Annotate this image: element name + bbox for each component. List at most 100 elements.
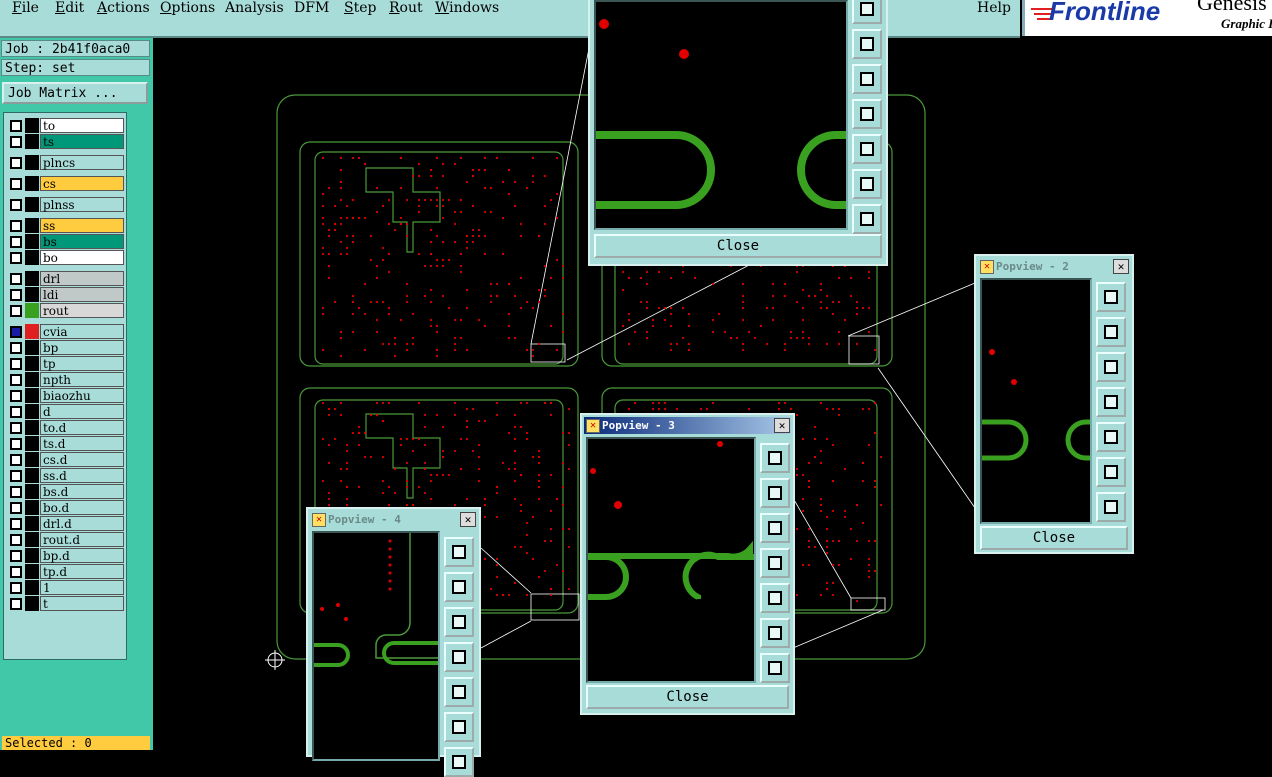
zoom-out-icon[interactable] xyxy=(1096,492,1126,522)
layer-row[interactable]: t xyxy=(6,596,124,611)
layer-checkbox[interactable] xyxy=(10,486,22,498)
layer-row[interactable]: bs.d xyxy=(6,484,124,499)
zoom-home-icon[interactable] xyxy=(1096,282,1126,312)
layer-row[interactable]: rout xyxy=(6,303,124,318)
layer-name[interactable]: ts.d xyxy=(40,436,124,451)
layer-name[interactable]: tp xyxy=(40,356,124,371)
layer-name[interactable]: ldi xyxy=(40,287,124,302)
layer-name[interactable]: drl xyxy=(40,271,124,286)
pan-right-icon[interactable] xyxy=(444,677,474,707)
pan-left-icon[interactable] xyxy=(1096,387,1126,417)
layer-name[interactable]: bs xyxy=(40,234,124,249)
pan-left-icon[interactable] xyxy=(760,548,790,578)
layer-checkbox[interactable] xyxy=(10,582,22,594)
layer-row[interactable]: cvia xyxy=(6,324,124,339)
layer-name[interactable]: 1 xyxy=(40,580,124,595)
layer-name[interactable]: ts xyxy=(40,134,124,149)
pan-up-icon[interactable] xyxy=(852,29,882,59)
layer-checkbox[interactable] xyxy=(10,273,22,285)
layer-checkbox[interactable] xyxy=(10,342,22,354)
pan-left-icon[interactable] xyxy=(852,99,882,129)
layer-row[interactable]: d xyxy=(6,404,124,419)
zoom-in-icon[interactable] xyxy=(852,169,882,199)
layer-name[interactable]: biaozhu xyxy=(40,388,124,403)
layer-name[interactable]: rout.d xyxy=(40,532,124,547)
layer-row[interactable]: npth xyxy=(6,372,124,387)
layer-checkbox[interactable] xyxy=(10,136,22,148)
layer-checkbox[interactable] xyxy=(10,502,22,514)
layer-name[interactable]: plncs xyxy=(40,155,124,170)
menu-analysis[interactable]: Analysis xyxy=(225,0,284,16)
layer-row[interactable]: 1 xyxy=(6,580,124,595)
layer-name[interactable]: cs xyxy=(40,176,124,191)
layer-row[interactable]: bp xyxy=(6,340,124,355)
popview-4-view[interactable] xyxy=(312,531,440,761)
layer-name[interactable]: cs.d xyxy=(40,452,124,467)
layer-checkbox[interactable] xyxy=(10,252,22,264)
layer-row[interactable]: to xyxy=(6,118,124,133)
layer-row[interactable]: bo xyxy=(6,250,124,265)
pan-down-icon[interactable] xyxy=(444,607,474,637)
pan-up-icon[interactable] xyxy=(444,572,474,602)
menu-file[interactable]: File xyxy=(12,0,39,16)
layer-name[interactable]: cvia xyxy=(40,324,124,339)
layer-row[interactable]: plncs xyxy=(6,155,124,170)
zoom-home-icon[interactable] xyxy=(444,537,474,567)
layer-name[interactable]: d xyxy=(40,404,124,419)
menu-help[interactable]: Help xyxy=(977,0,1011,16)
pan-right-icon[interactable] xyxy=(760,583,790,613)
pan-down-icon[interactable] xyxy=(1096,352,1126,382)
layer-checkbox[interactable] xyxy=(10,598,22,610)
layer-name[interactable]: bp xyxy=(40,340,124,355)
layer-checkbox[interactable] xyxy=(10,518,22,530)
layer-row[interactable]: bo.d xyxy=(6,500,124,515)
layer-checkbox[interactable] xyxy=(10,406,22,418)
layer-checkbox[interactable] xyxy=(10,289,22,301)
layer-name[interactable]: bp.d xyxy=(40,548,124,563)
menu-windows[interactable]: Windows xyxy=(435,0,499,16)
pan-down-icon[interactable] xyxy=(852,64,882,94)
layer-checkbox[interactable] xyxy=(10,305,22,317)
pan-left-icon[interactable] xyxy=(444,642,474,672)
layer-name[interactable]: rout xyxy=(40,303,124,318)
layer-row[interactable]: ldi xyxy=(6,287,124,302)
layer-checkbox[interactable] xyxy=(10,199,22,211)
layer-name[interactable]: plnss xyxy=(40,197,124,212)
layer-row[interactable]: cs.d xyxy=(6,452,124,467)
zoom-out-icon[interactable] xyxy=(444,747,474,777)
layer-row[interactable]: ss.d xyxy=(6,468,124,483)
menu-actions[interactable]: Actions xyxy=(97,0,150,16)
layer-checkbox[interactable] xyxy=(10,534,22,546)
layer-row[interactable]: tp xyxy=(6,356,124,371)
layer-row[interactable]: rout.d xyxy=(6,532,124,547)
zoom-out-icon[interactable] xyxy=(852,204,882,234)
layer-name[interactable]: to xyxy=(40,118,124,133)
layer-checkbox[interactable] xyxy=(10,374,22,386)
job-matrix-button[interactable]: Job Matrix ... xyxy=(2,82,148,104)
popview-2-view[interactable] xyxy=(980,278,1092,524)
layer-checkbox[interactable] xyxy=(10,470,22,482)
layer-row[interactable]: biaozhu xyxy=(6,388,124,403)
layer-checkbox[interactable] xyxy=(10,550,22,562)
layer-row[interactable]: ss xyxy=(6,218,124,233)
layer-checkbox[interactable] xyxy=(10,454,22,466)
popview-1-view[interactable] xyxy=(594,0,848,230)
layer-checkbox[interactable] xyxy=(10,438,22,450)
layer-name[interactable]: to.d xyxy=(40,420,124,435)
popview-1-close-button[interactable]: Close xyxy=(594,234,882,258)
popview-3-close-button[interactable]: Close xyxy=(586,685,789,709)
layer-checkbox[interactable] xyxy=(10,326,22,338)
layer-checkbox[interactable] xyxy=(10,422,22,434)
layer-row[interactable]: ts xyxy=(6,134,124,149)
zoom-home-icon[interactable] xyxy=(852,0,882,24)
pan-right-icon[interactable] xyxy=(1096,422,1126,452)
zoom-in-icon[interactable] xyxy=(760,618,790,648)
zoom-out-icon[interactable] xyxy=(760,653,790,683)
layer-name[interactable]: bo.d xyxy=(40,500,124,515)
layer-checkbox[interactable] xyxy=(10,220,22,232)
layer-name[interactable]: drl.d xyxy=(40,516,124,531)
layer-row[interactable]: bp.d xyxy=(6,548,124,563)
popview-3-view[interactable] xyxy=(586,437,756,683)
layer-checkbox[interactable] xyxy=(10,157,22,169)
popview-2-close-x-icon[interactable]: ✕ xyxy=(1113,259,1129,274)
